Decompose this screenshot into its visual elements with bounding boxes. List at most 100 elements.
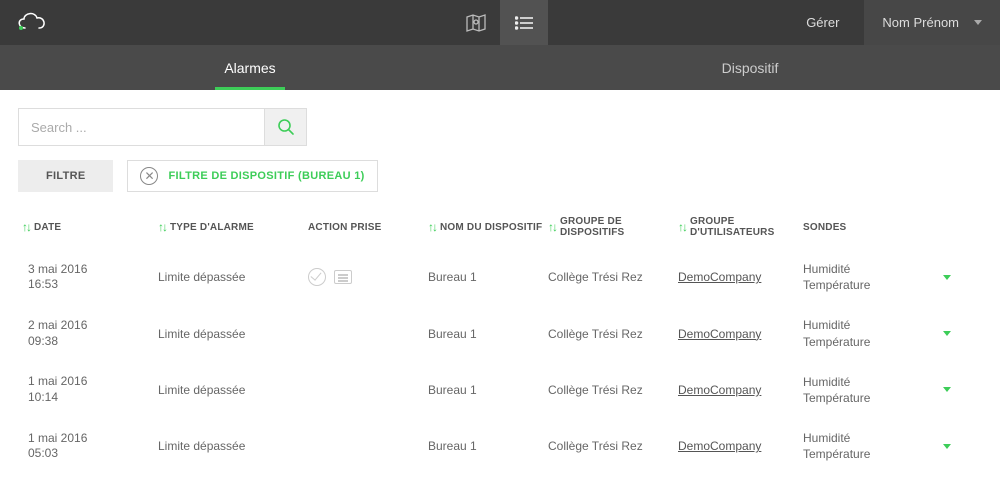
column-header-label: NOM DU DISPOSITIF — [440, 222, 542, 233]
tab-devices[interactable]: Dispositif — [500, 45, 1000, 90]
probe-line: Humidité — [803, 261, 943, 277]
column-header-label: GROUPE DE DISPOSITIFS — [560, 216, 678, 238]
column-header-label: TYPE D'ALARME — [170, 222, 254, 233]
table-row: 29 avr. 2016 — [18, 475, 982, 480]
sort-icon: ↑↓ — [22, 220, 30, 234]
probe-line: Température — [803, 277, 943, 293]
cell-alarm-type: Limite dépassée — [158, 270, 308, 284]
date-line1: 3 mai 2016 — [28, 262, 158, 278]
sort-icon: ↑↓ — [548, 220, 556, 234]
table-row: 2 mai 201609:38Limite dépasséeBureau 1Co… — [18, 305, 982, 361]
probe-line: Température — [803, 334, 943, 350]
expand-row-icon[interactable] — [943, 444, 951, 449]
cell-alarm-type: Limite dépassée — [158, 383, 308, 397]
view-toggle-group — [452, 0, 548, 45]
cell-device-name: Bureau 1 — [428, 439, 548, 453]
cell-date: 1 mai 201610:14 — [18, 374, 158, 405]
cell-user-group[interactable]: DemoCompany — [678, 383, 803, 397]
cell-user-group[interactable]: DemoCompany — [678, 327, 803, 341]
cell-alarm-type: Limite dépassée — [158, 327, 308, 341]
manage-link[interactable]: Gérer — [781, 15, 864, 30]
user-name-label: Nom Prénom — [882, 15, 959, 30]
probe-line: Humidité — [803, 317, 943, 333]
tab-bar: Alarmes Dispositif — [0, 45, 1000, 90]
column-header-type[interactable]: ↑↓ TYPE D'ALARME — [158, 216, 308, 238]
filter-chip-close-icon[interactable]: ✕ — [140, 167, 158, 185]
cell-probes: HumiditéTempérature — [803, 430, 943, 462]
filter-chip-device: ✕ FILTRE DE DISPOSITIF (BUREAU 1) — [127, 160, 377, 192]
column-header-expand — [943, 216, 968, 238]
table-row: 3 mai 201616:53Limite dépassée Bureau 1Co… — [18, 249, 982, 305]
table-body[interactable]: 3 mai 201616:53Limite dépasséeBureau 1Co… — [18, 249, 982, 479]
column-header-probes: SONDES — [803, 216, 943, 238]
cell-expand — [943, 331, 968, 336]
probe-line: Humidité — [803, 374, 943, 390]
list-view-button[interactable] — [500, 0, 548, 45]
date-line2: 05:03 — [28, 446, 158, 462]
cell-device-name: Bureau 1 — [428, 383, 548, 397]
user-menu[interactable]: Nom Prénom — [864, 0, 1000, 45]
filter-button[interactable]: FILTRE — [18, 160, 113, 192]
map-view-button[interactable] — [452, 0, 500, 45]
expand-row-icon[interactable] — [943, 387, 951, 392]
cell-device-name: Bureau 1 — [428, 327, 548, 341]
probe-line: Température — [803, 390, 943, 406]
table-row: 1 mai 201605:03Limite dépassée Bureau 1Co… — [18, 418, 982, 474]
cell-action-taken — [308, 268, 428, 286]
comment-icon[interactable] — [334, 270, 352, 284]
cell-date: 1 mai 201605:03 — [18, 431, 158, 462]
cell-probes: HumiditéTempérature — [803, 261, 943, 293]
column-header-label: GROUPE D'UTILISATEURS — [690, 216, 803, 238]
column-header-action: ACTION PRISE — [308, 216, 428, 238]
cell-date: 3 mai 201616:53 — [18, 262, 158, 293]
column-header-device-group[interactable]: ↑↓ GROUPE DE DISPOSITIFS — [548, 216, 678, 238]
content-area: FILTRE ✕ FILTRE DE DISPOSITIF (BUREAU 1)… — [0, 90, 1000, 497]
column-header-label: DATE — [34, 222, 61, 233]
probe-line: Humidité — [803, 430, 943, 446]
cell-device-group: Collège Trési Rez — [548, 383, 678, 397]
cell-expand — [943, 444, 968, 449]
cell-user-group[interactable]: DemoCompany — [678, 270, 803, 284]
acknowledge-icon[interactable] — [308, 268, 326, 286]
search-row — [18, 108, 982, 146]
cell-device-name: Bureau 1 — [428, 270, 548, 284]
cell-device-group: Collège Trési Rez — [548, 270, 678, 284]
column-header-label: SONDES — [803, 222, 846, 233]
date-line2: 16:53 — [28, 277, 158, 293]
column-header-user-group[interactable]: ↑↓ GROUPE D'UTILISATEURS — [678, 216, 803, 238]
expand-row-icon[interactable] — [943, 331, 951, 336]
probe-line: Température — [803, 446, 943, 462]
search-icon — [277, 118, 295, 136]
filter-row: FILTRE ✕ FILTRE DE DISPOSITIF (BUREAU 1) — [18, 160, 982, 192]
sort-icon: ↑↓ — [158, 220, 166, 234]
cell-user-group[interactable]: DemoCompany — [678, 439, 803, 453]
date-line1: 1 mai 2016 — [28, 431, 158, 447]
search-input[interactable] — [19, 109, 264, 145]
filter-chip-label: FILTRE DE DISPOSITIF (BUREAU 1) — [168, 170, 364, 182]
alarms-table: ↑↓ DATE ↑↓ TYPE D'ALARME ACTION PRISE ↑↓ NO… — [18, 216, 982, 479]
cell-date: 2 mai 201609:38 — [18, 318, 158, 349]
top-header: Gérer Nom Prénom — [0, 0, 1000, 45]
chevron-down-icon — [974, 20, 982, 25]
date-line1: 1 mai 2016 — [28, 374, 158, 390]
cell-probes: HumiditéTempérature — [803, 317, 943, 349]
cell-alarm-type: Limite dépassée — [158, 439, 308, 453]
table-row: 1 mai 201610:14Limite dépassée Bureau 1Co… — [18, 362, 982, 418]
sort-icon: ↑↓ — [428, 220, 436, 234]
column-header-device[interactable]: ↑↓ NOM DU DISPOSITIF — [428, 216, 548, 238]
date-line1: 2 mai 2016 — [28, 318, 158, 334]
cell-device-group: Collège Trési Rez — [548, 439, 678, 453]
column-header-label: ACTION PRISE — [308, 222, 382, 233]
expand-row-icon[interactable] — [943, 275, 951, 280]
search-box — [18, 108, 307, 146]
tab-alarms[interactable]: Alarmes — [0, 45, 500, 90]
table-header-row: ↑↓ DATE ↑↓ TYPE D'ALARME ACTION PRISE ↑↓ NO… — [18, 216, 982, 249]
logo-cloud-icon — [15, 10, 49, 35]
header-right-controls: Gérer Nom Prénom — [781, 0, 1000, 45]
search-button[interactable] — [264, 109, 306, 145]
date-line2: 09:38 — [28, 334, 158, 350]
date-line2: 10:14 — [28, 390, 158, 406]
cell-probes: HumiditéTempérature — [803, 374, 943, 406]
sort-icon: ↑↓ — [678, 220, 686, 234]
column-header-date[interactable]: ↑↓ DATE — [18, 216, 158, 238]
